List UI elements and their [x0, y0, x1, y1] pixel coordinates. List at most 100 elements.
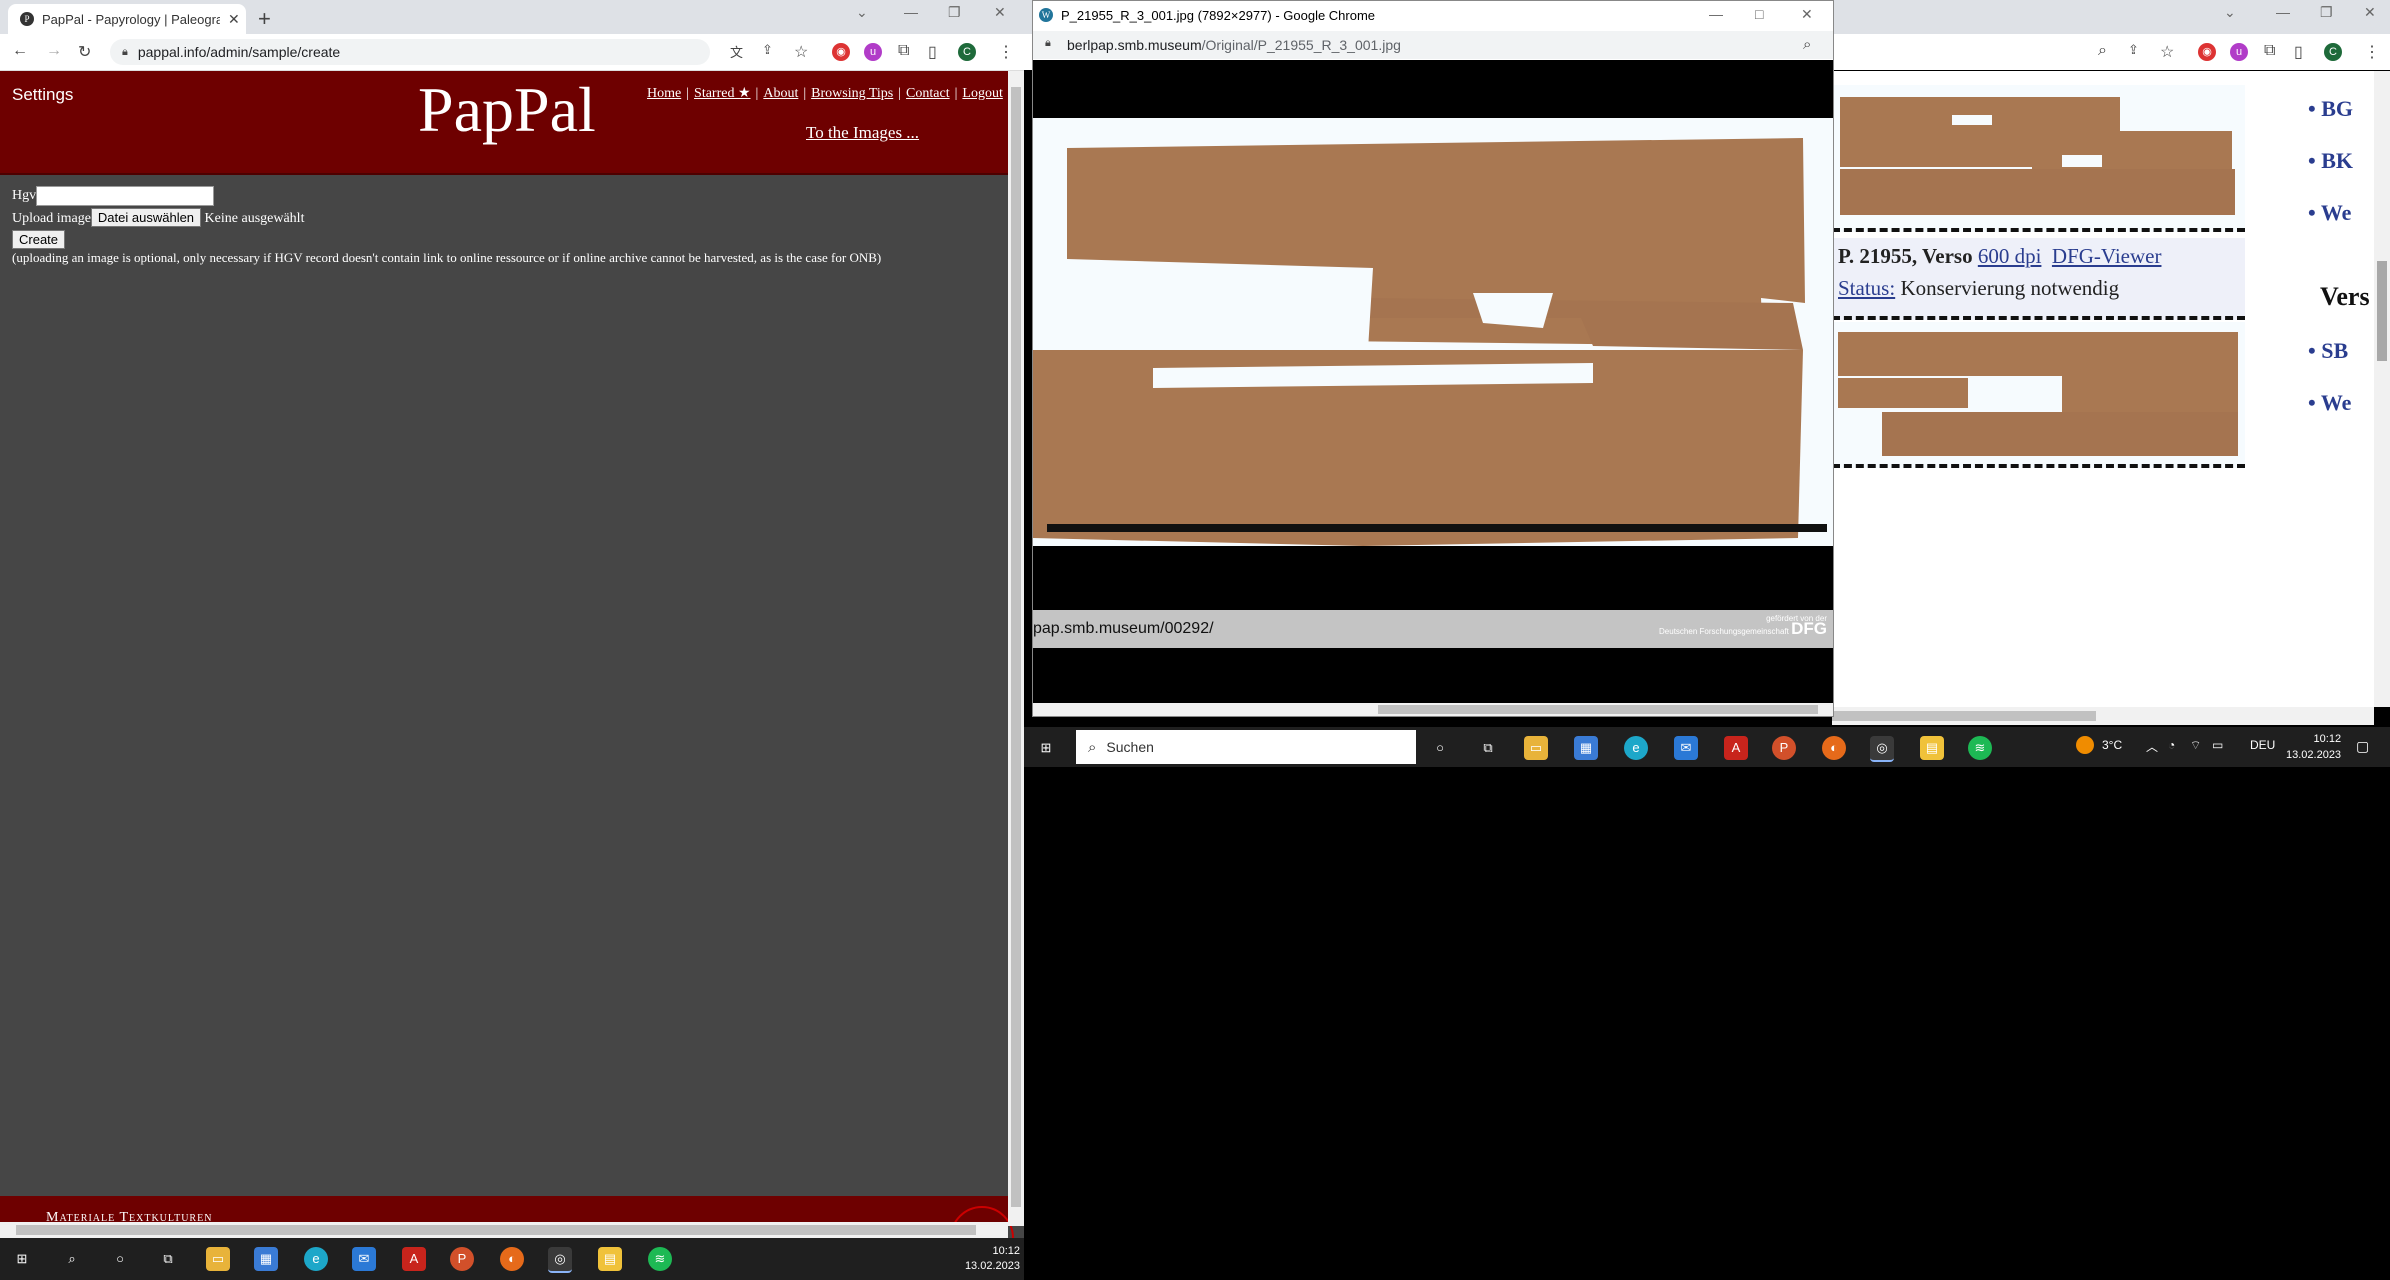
- powerpoint-icon[interactable]: P: [450, 1247, 474, 1271]
- side-panel-icon[interactable]: ▯: [928, 42, 937, 62]
- list-item[interactable]: • BK: [2308, 148, 2353, 174]
- task-view-icon[interactable]: ⧉: [1476, 736, 1500, 760]
- restore-icon[interactable]: ❐: [948, 4, 961, 21]
- clock[interactable]: 10:12 13.02.2023: [965, 1244, 1020, 1274]
- horizontal-scrollbar[interactable]: [0, 1222, 1008, 1238]
- powerpoint-icon[interactable]: P: [1772, 736, 1796, 760]
- acrobat-icon[interactable]: A: [1724, 736, 1748, 760]
- translate-icon[interactable]: 文: [730, 42, 743, 61]
- weather-temp[interactable]: 3°C: [2102, 738, 2122, 752]
- side-panel-icon[interactable]: ▯: [2294, 42, 2303, 62]
- scrollbar-thumb[interactable]: [1832, 711, 2096, 721]
- extension-red-icon[interactable]: ◉: [2198, 43, 2216, 61]
- choose-file-button[interactable]: Datei auswählen: [90, 208, 202, 227]
- menu-kebab-icon[interactable]: ⋮: [998, 42, 1014, 62]
- notes-icon[interactable]: ▤: [1920, 736, 1944, 760]
- extensions-puzzle-icon[interactable]: ⧉: [898, 42, 909, 60]
- profile-avatar[interactable]: C: [958, 43, 976, 61]
- pappal-logo[interactable]: PapPal: [418, 73, 596, 147]
- network-icon[interactable]: ◔: [2168, 738, 2175, 752]
- store-icon[interactable]: ▦: [1574, 736, 1598, 760]
- hgv-input[interactable]: [36, 186, 215, 206]
- task-view-icon[interactable]: ⧉: [156, 1247, 180, 1271]
- to-images-link[interactable]: To the Images ...: [806, 123, 919, 143]
- scrollbar-thumb[interactable]: [2377, 261, 2387, 361]
- status-link[interactable]: Status:: [1838, 276, 1895, 300]
- close-window-icon[interactable]: ✕: [994, 4, 1006, 21]
- nav-contact[interactable]: Contact: [906, 86, 950, 101]
- acrobat-icon[interactable]: A: [402, 1247, 426, 1271]
- notifications-icon[interactable]: ▢: [2356, 738, 2369, 755]
- horizontal-scrollbar[interactable]: [1033, 703, 1833, 716]
- nav-home[interactable]: Home: [647, 86, 681, 101]
- restore-icon[interactable]: ❐: [2320, 4, 2333, 21]
- chrome-icon[interactable]: ◎: [1870, 736, 1894, 762]
- scrollbar-thumb[interactable]: [1011, 87, 1021, 1207]
- cortana-icon[interactable]: ○: [1428, 736, 1452, 760]
- vertical-scrollbar[interactable]: [2374, 71, 2390, 707]
- create-button[interactable]: Create: [12, 230, 66, 249]
- close-window-icon[interactable]: ✕: [1801, 6, 1813, 23]
- dfg-viewer-link[interactable]: DFG-Viewer: [2052, 244, 2162, 268]
- file-explorer-icon[interactable]: ▭: [1524, 736, 1548, 760]
- battery-icon[interactable]: ▭: [2212, 738, 2223, 752]
- weather-icon[interactable]: [2076, 736, 2094, 754]
- mail-icon[interactable]: ✉: [1674, 736, 1698, 760]
- share-icon[interactable]: ⇪: [762, 42, 773, 58]
- list-item[interactable]: • SB: [2308, 338, 2348, 364]
- store-icon[interactable]: ▦: [254, 1247, 278, 1271]
- search-icon[interactable]: ⌕: [60, 1247, 84, 1271]
- bookmark-star-icon[interactable]: ☆: [794, 42, 808, 62]
- firefox-icon[interactable]: ◐: [500, 1247, 524, 1271]
- zoom-icon[interactable]: ⌕: [1803, 36, 1811, 53]
- nav-starred[interactable]: Starred ★: [694, 86, 750, 101]
- settings-link[interactable]: Settings: [12, 85, 73, 105]
- minimize-icon[interactable]: —: [2276, 4, 2290, 20]
- new-tab-icon[interactable]: +: [258, 6, 271, 32]
- maximize-icon[interactable]: □: [1755, 6, 1763, 22]
- extension-purple-icon[interactable]: u: [2230, 43, 2248, 61]
- share-icon[interactable]: ⇪: [2128, 42, 2139, 58]
- list-item[interactable]: • We: [2308, 200, 2351, 226]
- mail-icon[interactable]: ✉: [352, 1247, 376, 1271]
- recto-thumbnail[interactable]: [1832, 85, 2245, 232]
- tray-chevron-icon[interactable]: ︿: [2146, 738, 2158, 755]
- tab-close-icon[interactable]: ✕: [228, 11, 240, 28]
- tab-pappal[interactable]: P PapPal - Papyrology | Paleograph ✕: [8, 4, 246, 34]
- nav-browsing-tips[interactable]: Browsing Tips: [811, 86, 893, 101]
- windows-start-icon[interactable]: ⊞: [1034, 736, 1058, 760]
- forward-icon[interactable]: →: [46, 42, 62, 60]
- chrome-icon[interactable]: ◎: [548, 1247, 572, 1273]
- popup-address-bar[interactable]: 🔒︎ berlpap.smb.museum/Original/P_21955_R…: [1033, 31, 1833, 59]
- image-viewport[interactable]: pap.smb.museum/00292/ gefördert von der D…: [1033, 60, 1833, 703]
- minimize-icon[interactable]: —: [1709, 6, 1723, 22]
- file-explorer-icon[interactable]: ▭: [206, 1247, 230, 1271]
- extension-red-icon[interactable]: ◉: [832, 43, 850, 61]
- edge-icon[interactable]: e: [1624, 736, 1648, 760]
- reload-icon[interactable]: ↻: [78, 42, 91, 62]
- language-indicator[interactable]: DEU: [2250, 738, 2275, 752]
- bookmark-star-icon[interactable]: ☆: [2160, 42, 2174, 62]
- nav-logout[interactable]: Logout: [962, 86, 1002, 101]
- minimize-icon[interactable]: —: [904, 4, 918, 20]
- extension-purple-icon[interactable]: u: [864, 43, 882, 61]
- taskbar-search-box[interactable]: ⌕ Suchen: [1076, 730, 1416, 764]
- edge-icon[interactable]: e: [304, 1247, 328, 1271]
- list-item[interactable]: • We: [2308, 390, 2351, 416]
- windows-start-icon[interactable]: ⊞: [10, 1247, 34, 1271]
- url-field[interactable]: 🔒︎ pappal.info/admin/sample/create: [110, 39, 710, 65]
- list-item[interactable]: • BG: [2308, 96, 2353, 122]
- firefox-icon[interactable]: ◐: [1822, 736, 1846, 760]
- nav-about[interactable]: About: [763, 86, 798, 101]
- close-window-icon[interactable]: ✕: [2364, 4, 2376, 21]
- verso-thumbnail[interactable]: [1832, 322, 2245, 468]
- scrollbar-thumb[interactable]: [16, 1225, 976, 1235]
- wifi-icon[interactable]: ⌔: [2190, 738, 2201, 753]
- extensions-puzzle-icon[interactable]: ⧉: [2264, 42, 2275, 60]
- horizontal-scrollbar[interactable]: [1832, 707, 2374, 725]
- clock[interactable]: 10:12 13.02.2023: [2286, 731, 2341, 763]
- tab-search-icon[interactable]: ⌄: [2224, 4, 2236, 21]
- spotify-icon[interactable]: ≋: [648, 1247, 672, 1271]
- notes-icon[interactable]: ▤: [598, 1247, 622, 1271]
- profile-avatar[interactable]: C: [2324, 43, 2342, 61]
